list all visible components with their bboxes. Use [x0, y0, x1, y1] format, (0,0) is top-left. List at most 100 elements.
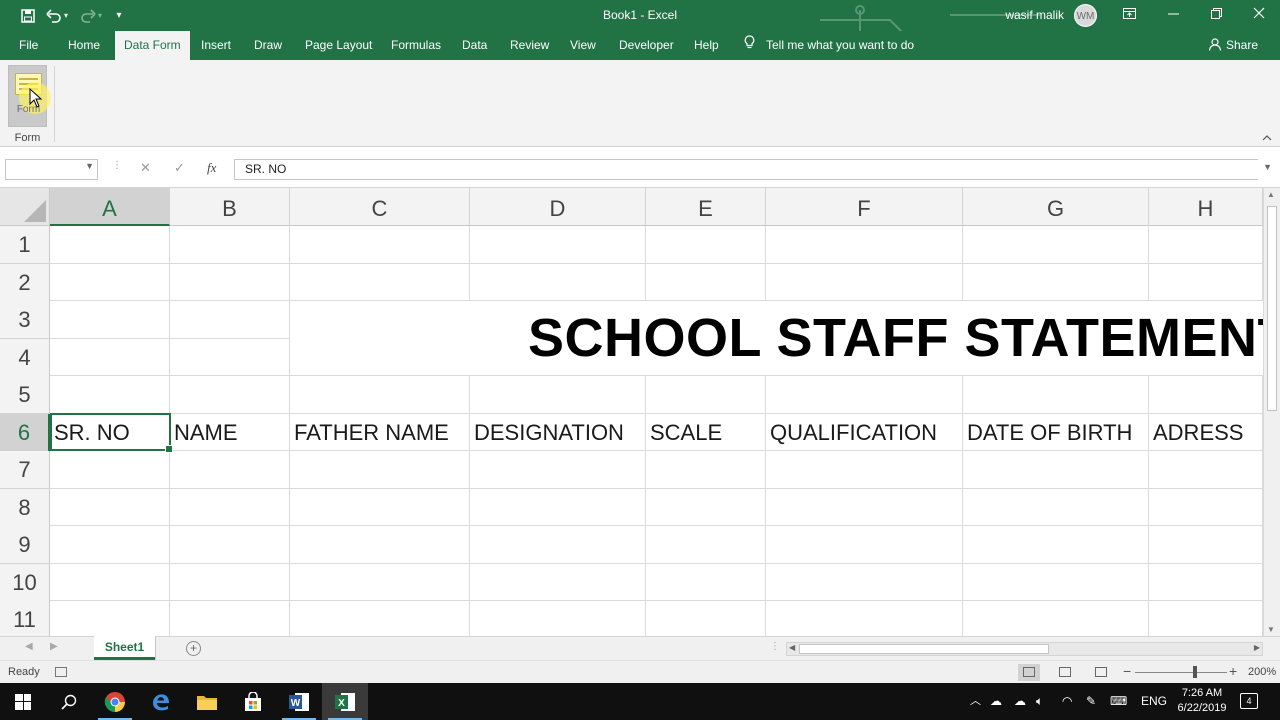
keyboard-icon[interactable]: ⌨: [1110, 683, 1127, 720]
column-header-f[interactable]: F: [766, 188, 963, 226]
vertical-scrollbar[interactable]: ▲ ▼: [1263, 188, 1280, 636]
column-header-c[interactable]: C: [290, 188, 470, 226]
row-header-8[interactable]: 8: [0, 488, 50, 527]
row-header-11[interactable]: 11: [0, 601, 50, 636]
cell-b6[interactable]: NAME: [170, 414, 290, 452]
action-center-icon[interactable]: 4: [1240, 693, 1258, 709]
avatar[interactable]: WM: [1074, 4, 1097, 27]
page-break-preview-icon[interactable]: [1090, 664, 1112, 681]
zoom-in-icon[interactable]: +: [1229, 663, 1237, 679]
column-header-e[interactable]: E: [646, 188, 766, 226]
macro-record-icon[interactable]: [55, 667, 67, 677]
active-cell-selection[interactable]: [50, 412, 173, 453]
enter-icon[interactable]: ✓: [174, 160, 185, 176]
close-icon[interactable]: [1237, 0, 1280, 31]
share-button[interactable]: Share: [1208, 31, 1258, 60]
onedrive-icon[interactable]: ☁: [990, 683, 1002, 720]
start-button[interactable]: [0, 683, 46, 720]
name-box[interactable]: ▼: [5, 159, 98, 180]
column-header-g[interactable]: G: [963, 188, 1149, 226]
system-clock[interactable]: 7:26 AM 6/22/2019: [1172, 686, 1232, 716]
language-indicator[interactable]: ENG: [1141, 683, 1167, 720]
tab-data-form[interactable]: Data Form: [115, 31, 190, 60]
zoom-slider[interactable]: [1135, 672, 1227, 673]
volume-icon[interactable]: 🔈︎: [1036, 683, 1043, 720]
row-header-7[interactable]: 7: [0, 451, 50, 489]
insert-function-icon[interactable]: fx: [207, 160, 216, 176]
tab-data[interactable]: Data: [453, 31, 496, 60]
scroll-right-icon[interactable]: ▶: [1254, 643, 1260, 652]
row-header-9[interactable]: 9: [0, 526, 50, 564]
row-header-1[interactable]: 1: [0, 226, 50, 264]
edge-icon[interactable]: [138, 683, 184, 720]
cell-f6[interactable]: QUALIFICATION: [766, 414, 963, 452]
row-header-10[interactable]: 10: [0, 563, 50, 602]
column-header-h[interactable]: H: [1149, 188, 1263, 226]
user-name[interactable]: wasif malik: [1005, 0, 1064, 31]
scroll-up-icon[interactable]: ▲: [1267, 190, 1275, 199]
formula-input[interactable]: SR. NO: [234, 159, 1258, 180]
redo-icon[interactable]: ▾: [78, 0, 104, 31]
ribbon-display-options-icon[interactable]: [1107, 0, 1151, 31]
horizontal-scrollbar[interactable]: ◀ ▶: [786, 642, 1263, 656]
cancel-icon[interactable]: ✕: [140, 160, 151, 176]
column-header-d[interactable]: D: [470, 188, 646, 226]
collapse-ribbon-icon[interactable]: [1262, 130, 1272, 144]
excel-taskbar-icon[interactable]: X: [322, 683, 368, 720]
cell-g6[interactable]: DATE OF BIRTH: [963, 414, 1149, 452]
column-header-a[interactable]: A: [50, 188, 170, 226]
minimize-icon[interactable]: [1151, 0, 1195, 31]
tab-formulas[interactable]: Formulas: [382, 31, 450, 60]
row-header-6[interactable]: 6: [0, 413, 50, 452]
pen-icon[interactable]: ✎: [1086, 683, 1096, 720]
zoom-level[interactable]: 200%: [1248, 666, 1276, 678]
cell-e6[interactable]: SCALE: [646, 414, 766, 452]
page-layout-view-icon[interactable]: [1054, 664, 1076, 681]
store-icon[interactable]: [230, 683, 276, 720]
chrome-icon[interactable]: [92, 683, 138, 720]
tab-review[interactable]: Review: [501, 31, 558, 60]
zoom-out-icon[interactable]: −: [1123, 663, 1131, 679]
tab-developer[interactable]: Developer: [610, 31, 683, 60]
cell-d6[interactable]: DESIGNATION: [470, 414, 646, 452]
word-icon[interactable]: W: [276, 683, 322, 720]
customize-quick-access-icon[interactable]: ▾: [112, 0, 126, 31]
row-header-5[interactable]: 5: [0, 376, 50, 414]
file-explorer-icon[interactable]: [184, 683, 230, 720]
row-header-2[interactable]: 2: [0, 263, 50, 302]
expand-formula-bar-icon[interactable]: ▼: [1263, 162, 1272, 172]
row-header-4[interactable]: 4: [0, 338, 50, 377]
tab-insert[interactable]: Insert: [192, 31, 240, 60]
cell-h6[interactable]: ADRESS: [1149, 414, 1263, 452]
scroll-left-icon[interactable]: ◀: [789, 643, 795, 652]
previous-sheet-icon[interactable]: ◀: [25, 641, 33, 652]
column-header-b[interactable]: B: [170, 188, 290, 226]
save-icon[interactable]: [18, 0, 38, 31]
scroll-down-icon[interactable]: ▼: [1267, 625, 1275, 634]
cell-c6[interactable]: FATHER NAME: [290, 414, 470, 452]
tab-file[interactable]: File: [10, 31, 47, 60]
sheet-tab-sheet1[interactable]: Sheet1: [94, 636, 155, 660]
row-header-3[interactable]: 3: [0, 301, 50, 339]
tab-draw[interactable]: Draw: [245, 31, 291, 60]
vertical-scroll-thumb[interactable]: [1267, 206, 1277, 411]
zoom-slider-knob[interactable]: [1193, 666, 1197, 678]
show-hidden-icons[interactable]: ︿: [970, 683, 981, 720]
tab-page-layout[interactable]: Page Layout: [296, 31, 381, 60]
maximize-icon[interactable]: [1194, 0, 1238, 31]
wifi-icon[interactable]: ◠: [1062, 683, 1072, 720]
search-icon[interactable]: [46, 683, 92, 720]
tell-me-search[interactable]: Tell me what you want to do: [744, 31, 914, 60]
worksheet-grid[interactable]: A B C D E F G H 1 2 3 4 5 6 7 8 9 10 11 SCHOOL STAFF STATEM…: [0, 188, 1263, 636]
undo-icon[interactable]: ▾: [44, 0, 70, 31]
split-handle-icon[interactable]: ⋮: [770, 641, 780, 652]
select-all-button[interactable]: [0, 188, 50, 226]
tab-help[interactable]: Help: [685, 31, 728, 60]
tab-view[interactable]: View: [561, 31, 605, 60]
chevron-down-icon[interactable]: ▼: [85, 161, 94, 171]
normal-view-icon[interactable]: [1018, 664, 1040, 681]
horizontal-scroll-thumb[interactable]: [799, 644, 1049, 654]
add-sheet-icon[interactable]: +: [186, 641, 201, 656]
next-sheet-icon[interactable]: ▶: [50, 641, 58, 652]
tab-home[interactable]: Home: [59, 31, 109, 60]
